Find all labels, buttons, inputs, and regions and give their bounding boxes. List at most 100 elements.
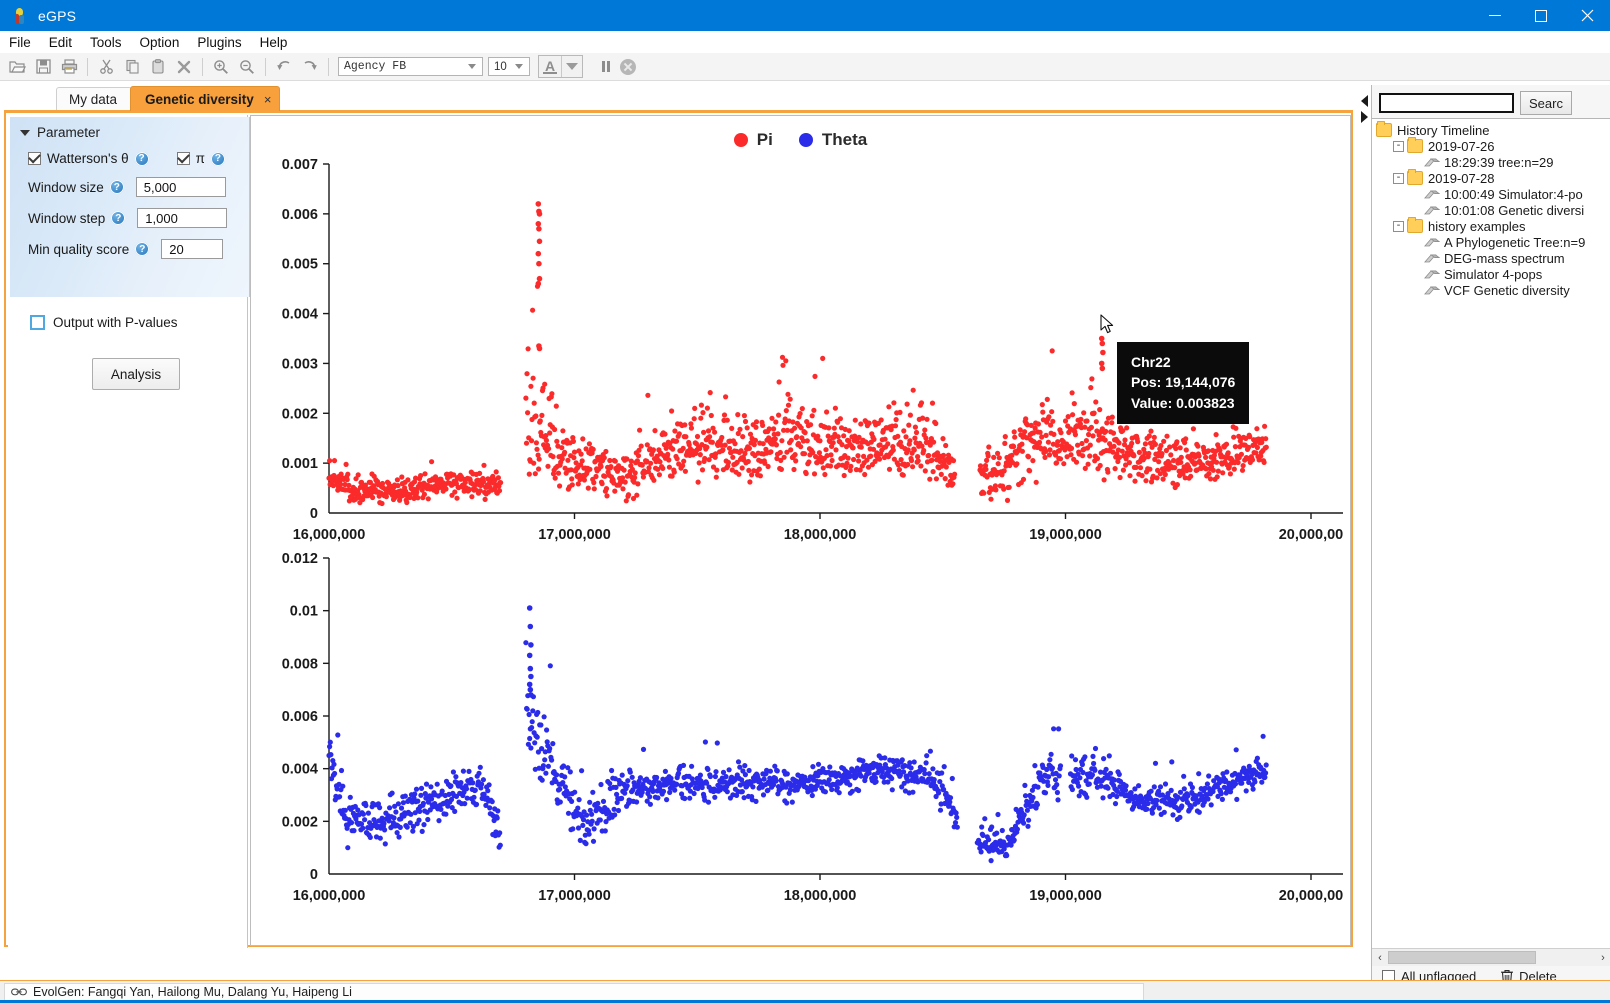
- delete-button[interactable]: [172, 55, 196, 79]
- window-size-label: Window size: [28, 180, 104, 195]
- tree-expander-icon[interactable]: -: [1393, 173, 1404, 184]
- menu-file[interactable]: File: [0, 33, 40, 52]
- window-step-help-icon[interactable]: ?: [111, 211, 125, 225]
- analysis-button[interactable]: Analysis: [92, 358, 180, 390]
- svg-text:0: 0: [310, 506, 318, 522]
- watterson-theta-checkbox[interactable]: [28, 152, 41, 165]
- history-tree-item[interactable]: 10:00:49 Simulator:4-po: [1372, 186, 1610, 202]
- history-tree-item[interactable]: DEG-mass spectrum: [1372, 250, 1610, 266]
- min-quality-score-input[interactable]: 20: [161, 239, 223, 259]
- window-step-label: Window step: [28, 211, 105, 226]
- print-button[interactable]: [57, 55, 81, 79]
- tree-node-label: History Timeline: [1397, 123, 1489, 138]
- scrollbar-thumb[interactable]: [1388, 951, 1536, 964]
- panel-splitter[interactable]: [1357, 85, 1371, 947]
- tree-expander-icon[interactable]: -: [1393, 141, 1404, 152]
- theta-scatter-chart[interactable]: 00.0020.0040.0060.0080.010.01216,000,000…: [251, 536, 1351, 936]
- svg-text:17,000,000: 17,000,000: [538, 888, 611, 904]
- zoom-out-button[interactable]: [235, 55, 259, 79]
- egps-application-window: eGPS File Edit Tools Option Plugins Help: [0, 0, 1610, 1003]
- window-title: eGPS: [38, 8, 76, 24]
- menu-edit[interactable]: Edit: [40, 33, 81, 52]
- chevron-down-icon: [515, 64, 523, 69]
- history-tree-item[interactable]: 10:01:08 Genetic diversi: [1372, 202, 1610, 218]
- window-size-help-icon[interactable]: ?: [110, 180, 124, 194]
- history-tree-folder[interactable]: -2019-07-26: [1372, 138, 1610, 154]
- svg-text:0.008: 0.008: [282, 656, 318, 672]
- parameter-panel-header[interactable]: Parameter: [10, 117, 249, 140]
- delete-icon: [177, 60, 191, 74]
- tab-genetic-diversity[interactable]: Genetic diversity ×: [130, 86, 280, 111]
- zoom-in-button[interactable]: [209, 55, 233, 79]
- pi-checkbox[interactable]: [177, 152, 190, 165]
- left-pane: Parameter Watterson's θ ? π ? Window siz…: [8, 115, 248, 948]
- pi-help-icon[interactable]: ?: [211, 152, 225, 166]
- pi-label: π: [196, 151, 205, 166]
- save-button[interactable]: [31, 55, 55, 79]
- collapse-left-arrow-icon[interactable]: [1361, 95, 1368, 107]
- history-tree-folder[interactable]: -history examples: [1372, 218, 1610, 234]
- search-button[interactable]: Searc: [1520, 91, 1572, 115]
- output-pvalues-checkbox[interactable]: [30, 315, 45, 330]
- menu-plugins[interactable]: Plugins: [188, 33, 250, 52]
- copy-button[interactable]: [120, 55, 144, 79]
- parameter-panel: Parameter Watterson's θ ? π ? Window siz…: [10, 117, 250, 297]
- maximize-button[interactable]: [1518, 0, 1564, 31]
- watterson-theta-help-icon[interactable]: ?: [135, 152, 149, 166]
- history-horizontal-scrollbar[interactable]: ‹ ›: [1372, 948, 1610, 966]
- history-tree-item[interactable]: A Phylogenetic Tree:n=9: [1372, 234, 1610, 250]
- menu-option[interactable]: Option: [131, 33, 189, 52]
- min-quality-score-help-icon[interactable]: ?: [135, 242, 149, 256]
- menu-help[interactable]: Help: [251, 33, 297, 52]
- close-button[interactable]: [1564, 0, 1610, 31]
- title-bar: eGPS: [0, 0, 1610, 31]
- toolbar-separator-4: [328, 58, 329, 76]
- tooltip-position: Pos: 19,144,076: [1131, 372, 1235, 392]
- tree-node-label: 2019-07-28: [1428, 171, 1495, 186]
- status-field: EvolGen: Fangqi Yan, Hailong Mu, Dalang …: [4, 983, 1144, 1001]
- tree-expander-icon[interactable]: -: [1393, 221, 1404, 232]
- font-color-control[interactable]: A: [538, 55, 583, 78]
- history-tree-item[interactable]: Simulator 4-pops: [1372, 266, 1610, 282]
- open-button[interactable]: [5, 55, 29, 79]
- window-size-input[interactable]: 5,000: [136, 177, 226, 197]
- tree-node-label: VCF Genetic diversity: [1444, 283, 1570, 298]
- tooltip-chromosome: Chr22: [1131, 352, 1235, 372]
- pause-button[interactable]: [595, 56, 617, 78]
- font-color-icon[interactable]: A: [539, 56, 561, 77]
- watterson-theta-label: Watterson's θ: [47, 151, 129, 166]
- undo-icon: [276, 60, 292, 74]
- svg-text:0.006: 0.006: [282, 207, 318, 223]
- status-text: EvolGen: Fangqi Yan, Hailong Mu, Dalang …: [33, 985, 352, 999]
- output-pvalues-row[interactable]: Output with P-values: [30, 315, 178, 330]
- font-size-select[interactable]: 10: [488, 57, 530, 76]
- expand-right-arrow-icon[interactable]: [1361, 111, 1368, 123]
- history-tree-item[interactable]: VCF Genetic diversity: [1372, 282, 1610, 298]
- search-input[interactable]: [1379, 93, 1514, 113]
- scroll-right-arrow-icon[interactable]: ›: [1595, 950, 1610, 966]
- history-tree-item[interactable]: 18:29:39 tree:n=29: [1372, 154, 1610, 170]
- svg-text:0.007: 0.007: [282, 157, 318, 173]
- paste-button[interactable]: [146, 55, 170, 79]
- history-tree-folder[interactable]: - 2019-07-28: [1372, 170, 1610, 186]
- window-size-row: Window size ? 5,000: [28, 177, 249, 197]
- cut-button[interactable]: [94, 55, 118, 79]
- history-tree[interactable]: History Timeline-2019-07-2618:29:39 tree…: [1372, 118, 1610, 966]
- scroll-left-arrow-icon[interactable]: ‹: [1372, 950, 1388, 966]
- font-color-dropdown-button[interactable]: [561, 56, 582, 77]
- history-tree-folder[interactable]: History Timeline: [1372, 122, 1610, 138]
- toolbar: Agency FB 10 A: [0, 53, 1610, 81]
- mouse-cursor-icon: [1100, 314, 1116, 336]
- tooltip-value: Value: 0.003823: [1131, 393, 1235, 413]
- window-step-input[interactable]: 1,000: [137, 208, 227, 228]
- egps-logo-icon: [11, 7, 29, 25]
- redo-button[interactable]: [298, 55, 322, 79]
- font-family-select[interactable]: Agency FB: [338, 57, 483, 76]
- undo-button[interactable]: [272, 55, 296, 79]
- maximize-icon: [1535, 10, 1547, 22]
- menu-tools[interactable]: Tools: [81, 33, 131, 52]
- tab-close-icon[interactable]: ×: [264, 92, 272, 107]
- stop-button[interactable]: [617, 56, 639, 78]
- minimize-button[interactable]: [1472, 0, 1518, 31]
- tab-my-data[interactable]: My data: [56, 87, 132, 110]
